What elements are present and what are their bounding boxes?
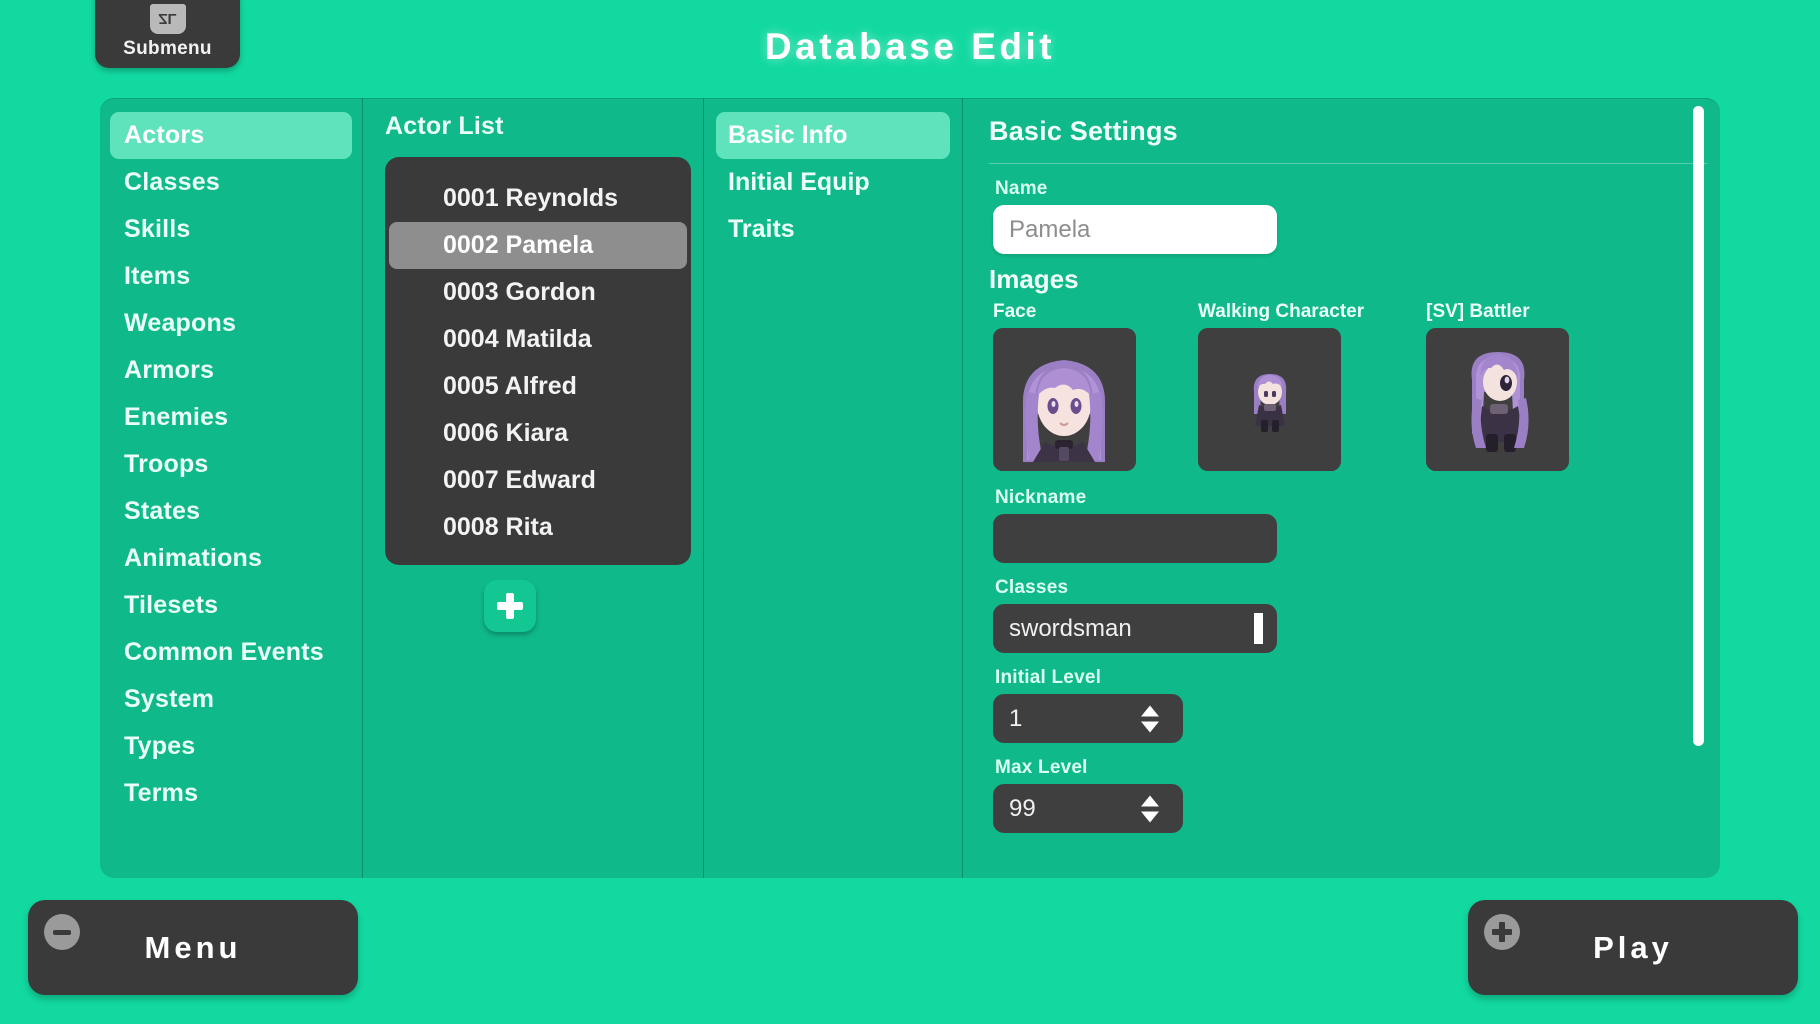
- stepper-arrows[interactable]: [1141, 705, 1159, 732]
- sidebar-item-common-events[interactable]: Common Events: [110, 629, 352, 676]
- text-cursor-icon: [1254, 613, 1263, 644]
- actor-face-portrait-icon: [993, 328, 1136, 471]
- plus-button-icon: [1484, 914, 1520, 950]
- actor-sv-battler-sprite-icon: [1426, 328, 1570, 471]
- max-level-value: 99: [1009, 794, 1036, 822]
- plus-icon: [497, 593, 523, 619]
- section-title: Basic Settings: [989, 116, 1178, 146]
- sidebar-item-tilesets[interactable]: Tilesets: [110, 582, 352, 629]
- list-item[interactable]: 0007 Edward: [389, 457, 687, 504]
- name-label: Name: [995, 178, 1048, 199]
- sidebar-item-states[interactable]: States: [110, 488, 352, 535]
- actor-list-header: Actor List: [385, 112, 504, 140]
- sidebar-item-troops[interactable]: Troops: [110, 441, 352, 488]
- category-sidebar: Actors Classes Skills Items Weapons Armo…: [100, 98, 362, 878]
- sidebar-item-enemies[interactable]: Enemies: [110, 394, 352, 441]
- face-image-cell: Face: [993, 301, 1136, 471]
- sidebar-item-weapons[interactable]: Weapons: [110, 300, 352, 347]
- minus-glyph: [53, 929, 71, 935]
- menu-button-label: Menu: [144, 929, 242, 965]
- sidebar-item-types[interactable]: Types: [110, 723, 352, 770]
- nickname-input[interactable]: [993, 514, 1277, 563]
- detail-tab-column: Basic Info Initial Equip Traits: [704, 98, 962, 878]
- chevron-up-icon[interactable]: [1141, 705, 1159, 716]
- actor-list[interactable]: 0001 Reynolds 0002 Pamela 0003 Gordon 00…: [385, 157, 691, 565]
- plus-glyph: [1492, 922, 1512, 942]
- list-item-selected[interactable]: 0002 Pamela: [389, 222, 687, 269]
- chevron-up-icon[interactable]: [1141, 795, 1159, 806]
- walking-character-cell: Walking Character: [1198, 301, 1364, 471]
- name-input[interactable]: Pamela: [993, 205, 1277, 254]
- add-actor-button[interactable]: [484, 580, 536, 632]
- nickname-label: Nickname: [995, 487, 1087, 508]
- actor-list-column: Actor List 0001 Reynolds 0002 Pamela 000…: [363, 98, 703, 878]
- sidebar-item-classes[interactable]: Classes: [110, 159, 352, 206]
- actor-walk-sprite-icon: [1198, 328, 1341, 471]
- sidebar-item-armors[interactable]: Armors: [110, 347, 352, 394]
- minus-button-icon: [44, 914, 80, 950]
- initial-level-value: 1: [1009, 704, 1023, 732]
- images-group-label: Images: [989, 264, 1079, 294]
- chevron-down-icon[interactable]: [1141, 811, 1159, 822]
- sidebar-item-items[interactable]: Items: [110, 253, 352, 300]
- face-image-slot[interactable]: [993, 328, 1136, 471]
- section-divider: [989, 163, 1707, 164]
- tab-traits[interactable]: Traits: [716, 206, 950, 253]
- classes-value: swordsman: [1009, 614, 1132, 642]
- images-row: Face Walking Character [SV] Battler: [993, 301, 1686, 471]
- sidebar-item-animations[interactable]: Animations: [110, 535, 352, 582]
- list-item[interactable]: 0003 Gordon: [389, 269, 687, 316]
- sv-battler-cell: [SV] Battler: [1426, 301, 1570, 471]
- walking-character-image-slot[interactable]: [1198, 328, 1341, 471]
- list-item[interactable]: 0004 Matilda: [389, 316, 687, 363]
- sv-battler-image-slot[interactable]: [1426, 328, 1570, 471]
- content-scrollbar[interactable]: [1693, 106, 1704, 746]
- tab-initial-equip[interactable]: Initial Equip: [716, 159, 950, 206]
- max-level-stepper[interactable]: 99: [993, 784, 1183, 833]
- list-item[interactable]: 0008 Rita: [389, 504, 687, 551]
- page-title: Database Edit: [764, 26, 1056, 67]
- initial-level-label: Initial Level: [995, 667, 1102, 688]
- sidebar-item-skills[interactable]: Skills: [110, 206, 352, 253]
- classes-label: Classes: [995, 577, 1069, 598]
- tab-basic-info[interactable]: Basic Info: [716, 112, 950, 159]
- play-button-label: Play: [1593, 929, 1673, 965]
- stepper-arrows[interactable]: [1141, 795, 1159, 822]
- basic-settings-content: Basic Settings Name Pamela Images Face W…: [963, 98, 1720, 878]
- classes-input[interactable]: swordsman: [993, 604, 1277, 653]
- bottom-bar: Menu X A OK B Cancel Play: [0, 878, 1820, 1024]
- face-label: Face: [993, 301, 1037, 322]
- sidebar-item-terms[interactable]: Terms: [110, 770, 352, 817]
- list-item[interactable]: 0005 Alfred: [389, 363, 687, 410]
- play-button[interactable]: Play: [1468, 900, 1798, 995]
- initial-level-stepper[interactable]: 1: [993, 694, 1183, 743]
- max-level-label: Max Level: [995, 757, 1088, 778]
- database-edit-screen: ZL Submenu Database Edit Actors Classes …: [0, 0, 1820, 1024]
- sidebar-item-actors[interactable]: Actors: [110, 112, 352, 159]
- list-item[interactable]: 0006 Kiara: [389, 410, 687, 457]
- walking-character-label: Walking Character: [1198, 301, 1365, 322]
- main-panel: Actors Classes Skills Items Weapons Armo…: [100, 98, 1720, 878]
- sv-battler-label: [SV] Battler: [1426, 301, 1530, 322]
- chevron-down-icon[interactable]: [1141, 721, 1159, 732]
- list-item[interactable]: 0001 Reynolds: [389, 175, 687, 222]
- menu-button[interactable]: Menu: [28, 900, 358, 995]
- sidebar-item-system[interactable]: System: [110, 676, 352, 723]
